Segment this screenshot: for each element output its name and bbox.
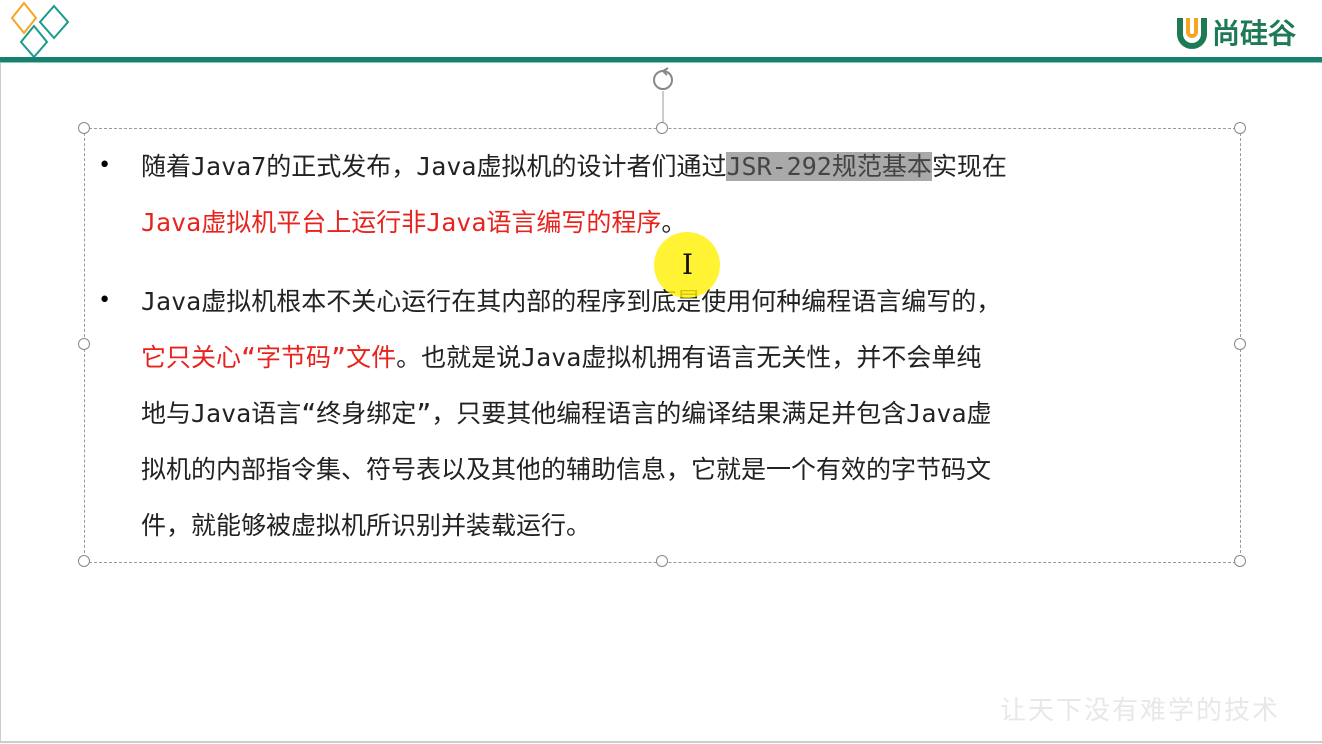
selected-text: JSR-292规范基本: [726, 152, 932, 181]
text: 随着Java7的正式发布，Java虚拟机的设计者们通过: [141, 152, 727, 181]
resize-handle-n[interactable]: [656, 122, 668, 134]
resize-handle-ne[interactable]: [1234, 122, 1246, 134]
text-line: 拟机的内部指令集、符号表以及其他的辅助信息，它就是一个有效的字节码文: [141, 455, 992, 484]
paragraph-1[interactable]: 随着Java7的正式发布，Java虚拟机的设计者们通过JSR-292规范基本实现…: [141, 139, 1007, 251]
brand-logo: 尚硅谷: [1175, 12, 1296, 52]
resize-handle-e[interactable]: [1234, 338, 1246, 350]
text: 实现在: [931, 152, 1007, 181]
resize-handle-sw[interactable]: [78, 555, 90, 567]
slide-border: [0, 741, 1322, 743]
resize-handle-se[interactable]: [1234, 555, 1246, 567]
resize-handle-s[interactable]: [656, 555, 668, 567]
resize-handle-nw[interactable]: [78, 122, 90, 134]
highlight-red-text: Java虚拟机平台上运行非Java语言编写的程序: [141, 208, 662, 237]
text-line: 地与Java语言“终身绑定”，只要其他编程语言的编译结果满足并包含Java虚: [141, 399, 992, 428]
bullet: •: [98, 288, 112, 313]
slide-border: [0, 63, 1, 743]
paragraph-2[interactable]: Java虚拟机根本不关心运行在其内部的程序到底是使用何种编程语言编写的， 它只关…: [141, 274, 1001, 554]
slogan-watermark: 让天下没有难学的技术: [1000, 696, 1281, 726]
brand-name: 尚硅谷: [1211, 17, 1296, 50]
bullet: •: [98, 153, 112, 178]
highlight-red-text: 它只关心“字节码”文件: [141, 343, 397, 372]
text-line: Java虚拟机根本不关心运行在其内部的程序到底是使用何种编程语言编写的，: [141, 287, 1002, 316]
text-cursor-icon: I: [682, 248, 694, 281]
resize-handle-w[interactable]: [78, 338, 90, 350]
text: 。也就是说Java虚拟机拥有语言无关性，并不会单纯: [396, 343, 982, 372]
diamond-logo-icon: [10, 1, 70, 59]
rotate-handle-icon[interactable]: [648, 64, 678, 126]
text-line: 件，就能够被虚拟机所识别并装载运行。: [141, 511, 592, 540]
brand-u-icon: [1176, 18, 1207, 49]
header-divider-light: [0, 62, 1322, 63]
